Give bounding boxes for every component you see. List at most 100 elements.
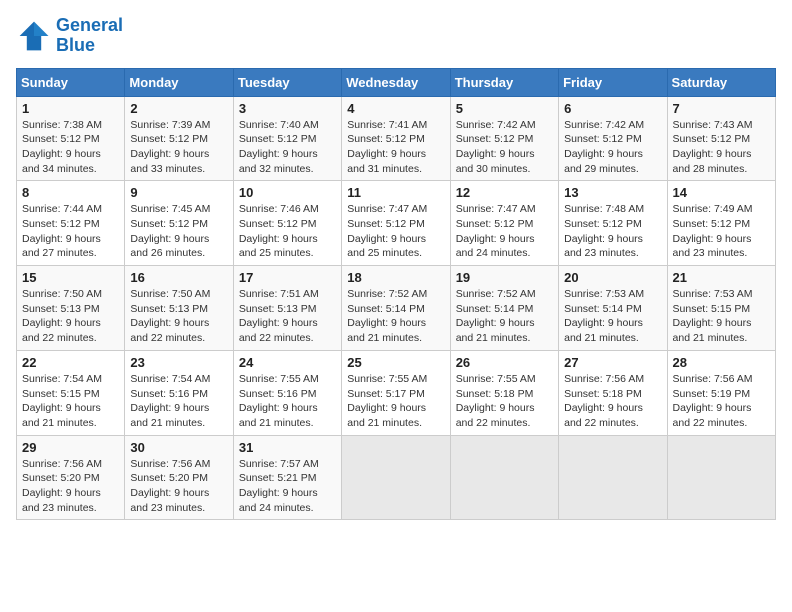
calendar-cell: 20 Sunrise: 7:53 AM Sunset: 5:14 PM Dayl… bbox=[559, 266, 667, 351]
day-number: 27 bbox=[564, 355, 661, 370]
calendar-cell: 10 Sunrise: 7:46 AM Sunset: 5:12 PM Dayl… bbox=[233, 181, 341, 266]
day-number: 25 bbox=[347, 355, 444, 370]
day-info: Sunrise: 7:55 AM Sunset: 5:16 PM Dayligh… bbox=[239, 372, 336, 431]
day-number: 29 bbox=[22, 440, 119, 455]
calendar-week-1: 1 Sunrise: 7:38 AM Sunset: 5:12 PM Dayli… bbox=[17, 96, 776, 181]
day-info: Sunrise: 7:44 AM Sunset: 5:12 PM Dayligh… bbox=[22, 202, 119, 261]
calendar-cell: 6 Sunrise: 7:42 AM Sunset: 5:12 PM Dayli… bbox=[559, 96, 667, 181]
day-number: 13 bbox=[564, 185, 661, 200]
day-info: Sunrise: 7:43 AM Sunset: 5:12 PM Dayligh… bbox=[673, 118, 770, 177]
day-number: 17 bbox=[239, 270, 336, 285]
day-info: Sunrise: 7:50 AM Sunset: 5:13 PM Dayligh… bbox=[22, 287, 119, 346]
day-info: Sunrise: 7:47 AM Sunset: 5:12 PM Dayligh… bbox=[456, 202, 553, 261]
day-number: 21 bbox=[673, 270, 770, 285]
day-number: 22 bbox=[22, 355, 119, 370]
day-info: Sunrise: 7:45 AM Sunset: 5:12 PM Dayligh… bbox=[130, 202, 227, 261]
day-info: Sunrise: 7:49 AM Sunset: 5:12 PM Dayligh… bbox=[673, 202, 770, 261]
calendar-cell: 31 Sunrise: 7:57 AM Sunset: 5:21 PM Dayl… bbox=[233, 435, 341, 520]
day-info: Sunrise: 7:56 AM Sunset: 5:20 PM Dayligh… bbox=[130, 457, 227, 516]
day-info: Sunrise: 7:57 AM Sunset: 5:21 PM Dayligh… bbox=[239, 457, 336, 516]
calendar-body: 1 Sunrise: 7:38 AM Sunset: 5:12 PM Dayli… bbox=[17, 96, 776, 520]
calendar-cell: 5 Sunrise: 7:42 AM Sunset: 5:12 PM Dayli… bbox=[450, 96, 558, 181]
day-info: Sunrise: 7:42 AM Sunset: 5:12 PM Dayligh… bbox=[564, 118, 661, 177]
calendar-cell: 18 Sunrise: 7:52 AM Sunset: 5:14 PM Dayl… bbox=[342, 266, 450, 351]
calendar-cell: 26 Sunrise: 7:55 AM Sunset: 5:18 PM Dayl… bbox=[450, 350, 558, 435]
weekday-header-tuesday: Tuesday bbox=[233, 68, 341, 96]
day-number: 30 bbox=[130, 440, 227, 455]
calendar-cell bbox=[342, 435, 450, 520]
calendar-cell: 27 Sunrise: 7:56 AM Sunset: 5:18 PM Dayl… bbox=[559, 350, 667, 435]
day-number: 28 bbox=[673, 355, 770, 370]
day-number: 8 bbox=[22, 185, 119, 200]
calendar-cell: 23 Sunrise: 7:54 AM Sunset: 5:16 PM Dayl… bbox=[125, 350, 233, 435]
calendar-week-3: 15 Sunrise: 7:50 AM Sunset: 5:13 PM Dayl… bbox=[17, 266, 776, 351]
calendar-week-4: 22 Sunrise: 7:54 AM Sunset: 5:15 PM Dayl… bbox=[17, 350, 776, 435]
calendar-cell bbox=[667, 435, 775, 520]
day-number: 1 bbox=[22, 101, 119, 116]
day-info: Sunrise: 7:40 AM Sunset: 5:12 PM Dayligh… bbox=[239, 118, 336, 177]
day-number: 15 bbox=[22, 270, 119, 285]
day-number: 12 bbox=[456, 185, 553, 200]
day-number: 7 bbox=[673, 101, 770, 116]
day-info: Sunrise: 7:52 AM Sunset: 5:14 PM Dayligh… bbox=[347, 287, 444, 346]
day-number: 9 bbox=[130, 185, 227, 200]
calendar-cell: 3 Sunrise: 7:40 AM Sunset: 5:12 PM Dayli… bbox=[233, 96, 341, 181]
calendar-cell: 17 Sunrise: 7:51 AM Sunset: 5:13 PM Dayl… bbox=[233, 266, 341, 351]
calendar-cell: 1 Sunrise: 7:38 AM Sunset: 5:12 PM Dayli… bbox=[17, 96, 125, 181]
calendar-cell: 25 Sunrise: 7:55 AM Sunset: 5:17 PM Dayl… bbox=[342, 350, 450, 435]
calendar-week-2: 8 Sunrise: 7:44 AM Sunset: 5:12 PM Dayli… bbox=[17, 181, 776, 266]
calendar-cell bbox=[559, 435, 667, 520]
day-info: Sunrise: 7:39 AM Sunset: 5:12 PM Dayligh… bbox=[130, 118, 227, 177]
day-info: Sunrise: 7:48 AM Sunset: 5:12 PM Dayligh… bbox=[564, 202, 661, 261]
calendar-cell: 14 Sunrise: 7:49 AM Sunset: 5:12 PM Dayl… bbox=[667, 181, 775, 266]
day-info: Sunrise: 7:41 AM Sunset: 5:12 PM Dayligh… bbox=[347, 118, 444, 177]
day-info: Sunrise: 7:47 AM Sunset: 5:12 PM Dayligh… bbox=[347, 202, 444, 261]
calendar-cell: 13 Sunrise: 7:48 AM Sunset: 5:12 PM Dayl… bbox=[559, 181, 667, 266]
day-info: Sunrise: 7:42 AM Sunset: 5:12 PM Dayligh… bbox=[456, 118, 553, 177]
weekday-header-wednesday: Wednesday bbox=[342, 68, 450, 96]
day-info: Sunrise: 7:56 AM Sunset: 5:18 PM Dayligh… bbox=[564, 372, 661, 431]
day-info: Sunrise: 7:52 AM Sunset: 5:14 PM Dayligh… bbox=[456, 287, 553, 346]
day-info: Sunrise: 7:54 AM Sunset: 5:15 PM Dayligh… bbox=[22, 372, 119, 431]
day-info: Sunrise: 7:50 AM Sunset: 5:13 PM Dayligh… bbox=[130, 287, 227, 346]
day-number: 23 bbox=[130, 355, 227, 370]
calendar-cell: 8 Sunrise: 7:44 AM Sunset: 5:12 PM Dayli… bbox=[17, 181, 125, 266]
weekday-header-thursday: Thursday bbox=[450, 68, 558, 96]
weekday-header-monday: Monday bbox=[125, 68, 233, 96]
calendar-week-5: 29 Sunrise: 7:56 AM Sunset: 5:20 PM Dayl… bbox=[17, 435, 776, 520]
calendar-cell: 16 Sunrise: 7:50 AM Sunset: 5:13 PM Dayl… bbox=[125, 266, 233, 351]
calendar-header: SundayMondayTuesdayWednesdayThursdayFrid… bbox=[17, 68, 776, 96]
calendar-cell: 4 Sunrise: 7:41 AM Sunset: 5:12 PM Dayli… bbox=[342, 96, 450, 181]
day-info: Sunrise: 7:56 AM Sunset: 5:20 PM Dayligh… bbox=[22, 457, 119, 516]
calendar-cell: 22 Sunrise: 7:54 AM Sunset: 5:15 PM Dayl… bbox=[17, 350, 125, 435]
calendar-cell: 28 Sunrise: 7:56 AM Sunset: 5:19 PM Dayl… bbox=[667, 350, 775, 435]
day-info: Sunrise: 7:55 AM Sunset: 5:17 PM Dayligh… bbox=[347, 372, 444, 431]
day-number: 19 bbox=[456, 270, 553, 285]
day-info: Sunrise: 7:56 AM Sunset: 5:19 PM Dayligh… bbox=[673, 372, 770, 431]
calendar-cell: 29 Sunrise: 7:56 AM Sunset: 5:20 PM Dayl… bbox=[17, 435, 125, 520]
weekday-header-saturday: Saturday bbox=[667, 68, 775, 96]
day-info: Sunrise: 7:53 AM Sunset: 5:14 PM Dayligh… bbox=[564, 287, 661, 346]
day-number: 14 bbox=[673, 185, 770, 200]
logo-icon bbox=[16, 18, 52, 54]
day-number: 18 bbox=[347, 270, 444, 285]
day-info: Sunrise: 7:55 AM Sunset: 5:18 PM Dayligh… bbox=[456, 372, 553, 431]
calendar-cell: 9 Sunrise: 7:45 AM Sunset: 5:12 PM Dayli… bbox=[125, 181, 233, 266]
weekday-header-friday: Friday bbox=[559, 68, 667, 96]
day-number: 3 bbox=[239, 101, 336, 116]
calendar-cell: 24 Sunrise: 7:55 AM Sunset: 5:16 PM Dayl… bbox=[233, 350, 341, 435]
calendar-cell: 2 Sunrise: 7:39 AM Sunset: 5:12 PM Dayli… bbox=[125, 96, 233, 181]
day-info: Sunrise: 7:51 AM Sunset: 5:13 PM Dayligh… bbox=[239, 287, 336, 346]
weekday-header-sunday: Sunday bbox=[17, 68, 125, 96]
calendar-cell: 7 Sunrise: 7:43 AM Sunset: 5:12 PM Dayli… bbox=[667, 96, 775, 181]
day-number: 6 bbox=[564, 101, 661, 116]
day-number: 20 bbox=[564, 270, 661, 285]
calendar-cell: 11 Sunrise: 7:47 AM Sunset: 5:12 PM Dayl… bbox=[342, 181, 450, 266]
day-number: 2 bbox=[130, 101, 227, 116]
logo: General Blue bbox=[16, 16, 123, 56]
day-number: 16 bbox=[130, 270, 227, 285]
page-header: General Blue bbox=[16, 16, 776, 56]
day-number: 26 bbox=[456, 355, 553, 370]
day-info: Sunrise: 7:46 AM Sunset: 5:12 PM Dayligh… bbox=[239, 202, 336, 261]
weekday-row: SundayMondayTuesdayWednesdayThursdayFrid… bbox=[17, 68, 776, 96]
